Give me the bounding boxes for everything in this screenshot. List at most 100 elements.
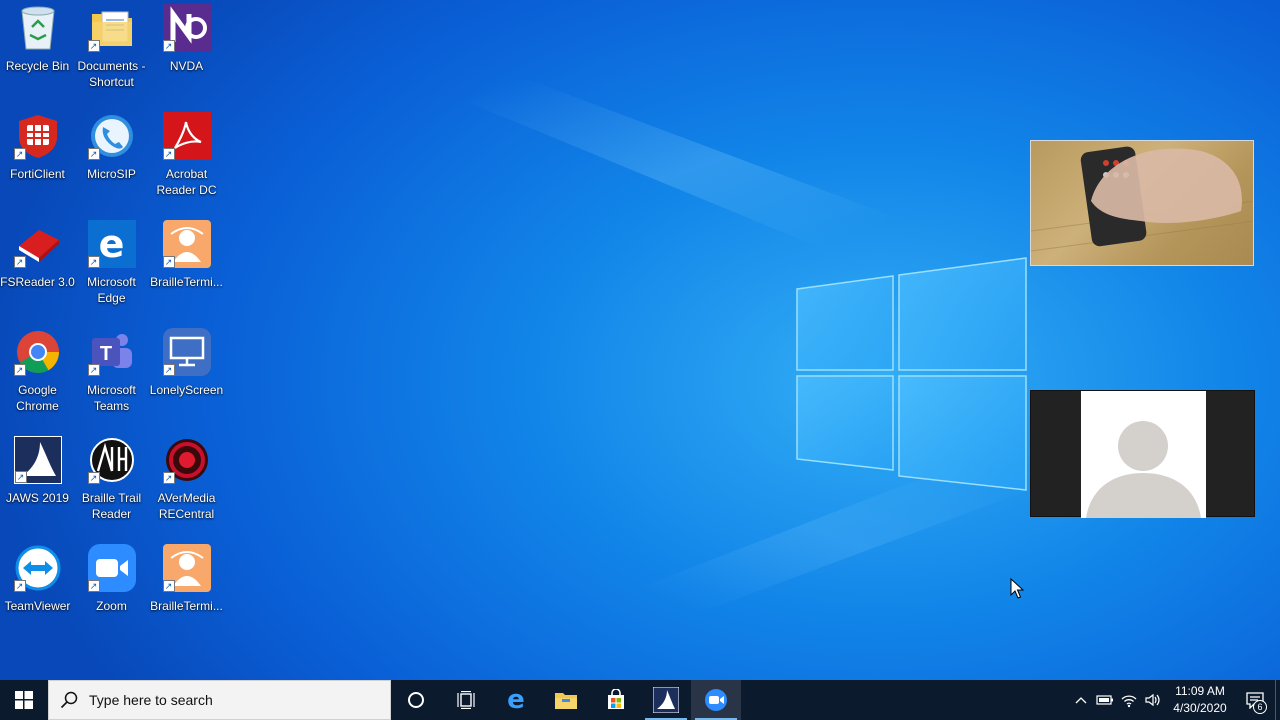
clock[interactable]: 11:09 AM 4/30/2020 xyxy=(1165,683,1235,717)
desktop-icon-fsreader[interactable]: ↗ FSReader 3.0 xyxy=(0,216,75,320)
zoom-icon: ↗ xyxy=(87,544,136,592)
lonelyscreen-icon: ↗ xyxy=(162,328,211,376)
avatar xyxy=(1081,391,1206,518)
shortcut-arrow-icon: ↗ xyxy=(13,580,26,592)
recycle-bin-icon xyxy=(14,4,62,52)
shortcut-arrow-icon: ↗ xyxy=(162,472,175,484)
action-center-button[interactable]: 6 xyxy=(1235,680,1275,720)
desktop-icon-microsip[interactable]: ↗ MicroSIP xyxy=(74,108,149,212)
desktop-icon-acrobat-reader[interactable]: ↗ Acrobat Reader DC xyxy=(149,108,224,212)
folder-icon: ↗ xyxy=(87,4,136,52)
taskbar-file-explorer-button[interactable] xyxy=(541,680,591,720)
brailleterminal-icon: ↗ xyxy=(162,544,211,592)
icon-label: Microsoft Edge xyxy=(87,275,136,305)
zoom-icon xyxy=(705,689,727,711)
speaker-icon xyxy=(1145,693,1160,707)
battery-icon xyxy=(1096,695,1113,705)
notification-count-badge: 6 xyxy=(1253,700,1267,714)
icon-label: Braille Trail Reader xyxy=(81,491,142,521)
teamviewer-icon: ↗ xyxy=(13,544,62,592)
icon-label: LonelyScreen xyxy=(149,383,224,397)
desktop-icon-jaws[interactable]: ↗ JAWS 2019 xyxy=(0,432,75,536)
jaws-icon xyxy=(653,687,679,713)
shortcut-arrow-icon: ↗ xyxy=(14,471,27,483)
taskbar-zoom-button[interactable] xyxy=(691,680,741,720)
hand-on-device-image xyxy=(1031,146,1253,252)
shortcut-arrow-icon: ↗ xyxy=(13,256,26,268)
forticlient-icon: ↗ xyxy=(13,112,62,160)
show-desktop-button[interactable] xyxy=(1275,680,1280,720)
icon-label: Microsoft Teams xyxy=(87,383,136,413)
svg-text:T: T xyxy=(99,343,111,365)
battery-button[interactable] xyxy=(1093,680,1117,720)
icon-label: Acrobat Reader DC xyxy=(156,167,217,197)
desktop-icon-recycle-bin[interactable]: Recycle Bin xyxy=(0,0,75,104)
video-participant-no-camera xyxy=(1030,390,1255,518)
wifi-icon xyxy=(1121,695,1137,708)
desktop-icon-braille-trail-reader[interactable]: ↗ Braille Trail Reader xyxy=(74,432,149,536)
windows-logo-wallpaper xyxy=(796,257,1027,491)
desktop-icon-avermedia-recentral[interactable]: ↗ AVerMedia RECentral xyxy=(149,432,224,536)
taskbar-edge-button[interactable]: e xyxy=(491,680,541,720)
shortcut-arrow-icon: ↗ xyxy=(87,148,100,160)
store-icon xyxy=(608,689,624,709)
shortcut-arrow-icon: ↗ xyxy=(13,148,26,160)
icon-label: BrailleTermi... xyxy=(150,275,223,289)
clock-date: 4/30/2020 xyxy=(1173,701,1227,715)
icon-label: FortiClient xyxy=(10,167,65,181)
system-tray: 11:09 AM 4/30/2020 6 xyxy=(1069,680,1280,720)
icon-label: Recycle Bin xyxy=(5,59,70,73)
edge-icon: e ↗ xyxy=(87,220,136,268)
taskbar: Type here to search e 11:09 AM 4/30/2020… xyxy=(0,680,1280,720)
desktop-icon-teamviewer[interactable]: ↗ TeamViewer xyxy=(0,540,75,644)
search-placeholder: Type here to search xyxy=(89,692,213,708)
desktop-icon-brailleterminal[interactable]: ↗ BrailleTermi... xyxy=(149,216,224,320)
icon-label: TeamViewer xyxy=(4,599,71,613)
network-button[interactable] xyxy=(1117,680,1141,720)
icon-label: Google Chrome xyxy=(16,383,59,413)
task-view-button[interactable] xyxy=(441,680,491,720)
teams-icon: T ↗ xyxy=(87,328,136,376)
volume-button[interactable] xyxy=(1141,680,1165,720)
desktop-icon-forticlient[interactable]: ↗ FortiClient xyxy=(0,108,75,212)
desktop-icon-documents-shortcut[interactable]: ↗ Documents - Shortcut xyxy=(74,0,149,104)
avermedia-icon: ↗ xyxy=(162,436,211,484)
taskbar-search-box[interactable]: Type here to search xyxy=(48,680,391,720)
shortcut-arrow-icon: ↗ xyxy=(13,364,26,376)
icon-label: NVDA xyxy=(169,59,204,73)
desktop-icon-google-chrome[interactable]: ↗ Google Chrome xyxy=(0,324,75,428)
icon-label: Documents - Shortcut xyxy=(77,59,146,89)
braille-trail-reader-icon: ↗ xyxy=(87,436,136,484)
chrome-icon: ↗ xyxy=(13,328,62,376)
shortcut-arrow-icon: ↗ xyxy=(87,364,100,376)
taskbar-jaws-button[interactable] xyxy=(641,680,691,720)
chevron-up-icon xyxy=(1075,697,1087,704)
nvda-icon: ↗ xyxy=(162,4,211,52)
desktop-icon-microsoft-edge[interactable]: e ↗ Microsoft Edge xyxy=(74,216,149,320)
shortcut-arrow-icon: ↗ xyxy=(87,472,100,484)
clock-time: 11:09 AM xyxy=(1175,684,1225,698)
taskbar-store-button[interactable] xyxy=(591,680,641,720)
acrobat-icon: ↗ xyxy=(162,112,211,160)
start-button[interactable] xyxy=(0,680,48,720)
file-explorer-icon xyxy=(555,693,577,709)
icon-label: MicroSIP xyxy=(87,167,136,181)
icon-label: FSReader 3.0 xyxy=(0,275,75,289)
default-avatar-icon xyxy=(1086,421,1201,518)
shortcut-arrow-icon: ↗ xyxy=(87,40,100,52)
microsip-icon: ↗ xyxy=(87,112,136,160)
desktop-icon-microsoft-teams[interactable]: T ↗ Microsoft Teams xyxy=(74,324,149,428)
show-hidden-icons-button[interactable] xyxy=(1069,680,1093,720)
search-icon xyxy=(49,691,89,709)
video-thumbnail-camera xyxy=(1030,140,1254,266)
cortana-button[interactable] xyxy=(391,680,441,720)
desktop-icon-zoom[interactable]: ↗ Zoom xyxy=(74,540,149,644)
shortcut-arrow-icon: ↗ xyxy=(162,256,175,268)
edge-icon: e xyxy=(507,685,525,715)
windows-start-icon xyxy=(15,691,33,709)
desktop-icon-nvda[interactable]: ↗ NVDA xyxy=(149,0,224,104)
icon-label: Zoom xyxy=(96,599,127,613)
desktop-icon-brailleterminal-2[interactable]: ↗ BrailleTermi... xyxy=(149,540,224,644)
shortcut-arrow-icon: ↗ xyxy=(87,580,100,592)
desktop-icon-lonelyscreen[interactable]: ↗ LonelyScreen xyxy=(149,324,224,428)
